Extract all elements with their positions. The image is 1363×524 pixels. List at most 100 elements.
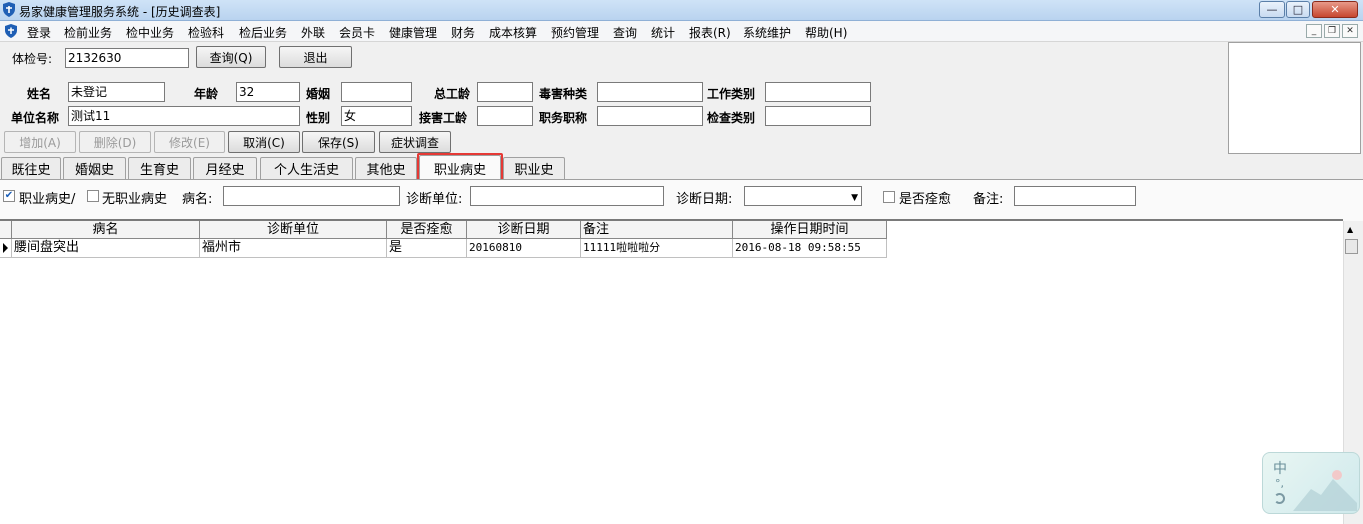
menu-finance[interactable]: 财务 [451, 24, 475, 41]
cell-remark[interactable]: 11111啦啦啦分 [581, 239, 733, 258]
menu-shield-icon [5, 24, 17, 38]
tab-other-history[interactable]: 其他史 [355, 157, 417, 179]
ime-punctuation-label[interactable]: °, [1275, 477, 1284, 490]
remark-field[interactable] [1014, 186, 1136, 206]
diagnosis-date-label: 诊断日期: [676, 192, 733, 207]
mdi-close-button[interactable]: ✕ [1342, 24, 1358, 38]
scroll-up-arrow-icon[interactable]: ▲ [1347, 225, 1353, 234]
menu-health-management[interactable]: 健康管理 [389, 24, 437, 41]
exam-number-field[interactable]: 2132630 [65, 48, 189, 68]
total-seniority-label: 总工龄 [434, 87, 471, 101]
query-button[interactable]: 查询(Q) [196, 46, 266, 68]
name-field[interactable]: 未登记 [68, 82, 165, 102]
tab-marriage-history[interactable]: 婚姻史 [63, 157, 126, 179]
edit-button[interactable]: 修改(E) [154, 131, 225, 153]
menu-system-maintenance[interactable]: 系统维护 [743, 24, 791, 41]
exposure-seniority-field[interactable] [477, 106, 533, 126]
menu-in-exam[interactable]: 检中业务 [126, 24, 174, 41]
tab-occupational-disease-history[interactable]: 职业病史 [419, 155, 501, 180]
menu-bar: 登录 检前业务 检中业务 检验科 检后业务 外联 会员卡 健康管理 财务 成本核… [0, 21, 1363, 42]
no-occupational-history-checkbox[interactable] [87, 190, 99, 202]
column-header-diagnosis-unit[interactable]: 诊断单位 [200, 221, 387, 239]
column-header-disease-name[interactable]: 病名 [12, 221, 200, 239]
exam-number-label: 体检号: [12, 52, 53, 66]
row-indicator-header [0, 221, 12, 239]
ime-mode-label[interactable]: 中 [1273, 458, 1287, 478]
diagnosis-unit-label: 诊断单位: [406, 192, 463, 207]
cell-cured[interactable]: 是 [387, 239, 467, 258]
tab-childbearing-history[interactable]: 生育史 [128, 157, 191, 179]
column-header-operation-datetime[interactable]: 操作日期时间 [733, 221, 887, 239]
menu-member-card[interactable]: 会员卡 [339, 24, 375, 41]
symptom-survey-button[interactable]: 症状调查 [379, 131, 451, 153]
tab-personal-life-history[interactable]: 个人生活史 [260, 157, 353, 179]
moon-icon[interactable] [1274, 493, 1285, 504]
menu-pre-exam[interactable]: 检前业务 [64, 24, 112, 41]
delete-button[interactable]: 删除(D) [79, 131, 151, 153]
menu-appointment[interactable]: 预约管理 [551, 24, 599, 41]
scrollbar-thumb[interactable] [1345, 239, 1358, 254]
current-row-indicator-icon [0, 239, 12, 258]
mdi-restore-button[interactable]: ❐ [1324, 24, 1340, 38]
disease-name-label: 病名: [182, 192, 213, 207]
exit-button[interactable]: 退出 [279, 46, 352, 68]
photo-box [1228, 42, 1361, 154]
cell-disease-name[interactable]: 腰间盘突出 [12, 239, 200, 258]
menu-login[interactable]: 登录 [27, 24, 51, 41]
company-label: 单位名称 [11, 111, 60, 125]
menu-help[interactable]: 帮助(H) [805, 24, 847, 41]
age-field[interactable]: 32 [236, 82, 300, 102]
job-category-label: 工作类别 [707, 87, 756, 101]
marriage-field[interactable] [341, 82, 412, 102]
diagnosis-unit-field[interactable] [470, 186, 664, 206]
window-maximize-button[interactable]: □ [1286, 1, 1310, 18]
window-minimize-button[interactable]: — [1259, 1, 1285, 18]
company-field[interactable]: 测试11 [68, 106, 300, 126]
remark-label: 备注: [973, 192, 1004, 207]
tab-menstrual-history[interactable]: 月经史 [193, 157, 257, 179]
occupational-disease-grid [0, 219, 1343, 524]
check-category-label: 检查类别 [707, 111, 756, 125]
window-close-button[interactable]: ✕ [1312, 1, 1358, 18]
cancel-button[interactable]: 取消(C) [228, 131, 300, 153]
name-label: 姓名 [27, 87, 52, 101]
menu-cost-accounting[interactable]: 成本核算 [489, 24, 537, 41]
cured-label: 是否痊愈 [899, 192, 952, 207]
disease-name-field[interactable] [223, 186, 400, 206]
menu-lab[interactable]: 检验科 [188, 24, 224, 41]
job-title-field[interactable] [597, 106, 703, 126]
add-button[interactable]: 增加(A) [4, 131, 76, 153]
has-occupational-history-checkbox[interactable]: ✔ [3, 190, 15, 202]
window-title: 易家健康管理服务系统 - [历史调查表] [19, 5, 221, 19]
job-title-label: 职务职称 [539, 111, 588, 125]
menu-query[interactable]: 查询 [613, 24, 637, 41]
dropdown-arrow-icon[interactable]: ▼ [851, 190, 858, 205]
sex-field[interactable]: 女 [341, 106, 412, 126]
hazard-type-field[interactable] [597, 82, 703, 102]
menu-statistics[interactable]: 统计 [651, 24, 675, 41]
tab-occupation-history[interactable]: 职业史 [503, 157, 565, 179]
save-button[interactable]: 保存(S) [302, 131, 375, 153]
column-header-remark[interactable]: 备注 [581, 221, 733, 239]
job-category-field[interactable] [765, 82, 871, 102]
marriage-label: 婚姻 [306, 87, 331, 101]
check-category-field[interactable] [765, 106, 871, 126]
app-shield-icon [3, 2, 15, 17]
mdi-minimize-button[interactable]: _ [1306, 24, 1322, 38]
column-header-diagnosis-date[interactable]: 诊断日期 [467, 221, 581, 239]
ime-floating-widget[interactable]: 中 °, [1262, 452, 1360, 514]
no-occupational-history-label: 无职业病史 [102, 192, 168, 207]
diagnosis-date-picker[interactable]: ▼ [744, 186, 862, 206]
column-header-cured[interactable]: 是否痊愈 [387, 221, 467, 239]
cell-diagnosis-unit[interactable]: 福州市 [200, 239, 387, 258]
menu-reports[interactable]: 报表(R) [689, 24, 731, 41]
has-occupational-history-label: 职业病史/ [19, 192, 76, 207]
menu-post-exam[interactable]: 检后业务 [239, 24, 287, 41]
cell-operation-datetime[interactable]: 2016-08-18 09:58:55 [733, 239, 887, 258]
total-seniority-field[interactable] [477, 82, 533, 102]
cell-diagnosis-date[interactable]: 20160810 [467, 239, 581, 258]
tab-past-history[interactable]: 既往史 [1, 157, 61, 179]
menu-outreach[interactable]: 外联 [301, 24, 325, 41]
cured-checkbox[interactable] [883, 191, 895, 203]
age-label: 年龄 [194, 87, 219, 101]
